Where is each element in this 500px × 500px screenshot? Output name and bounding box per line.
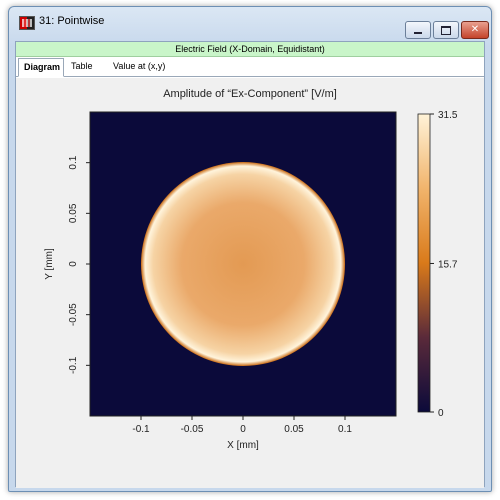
y-tick-label: 0.1 <box>68 155 79 169</box>
maximize-button[interactable] <box>433 21 459 39</box>
x-tick-label: -0.05 <box>181 424 204 435</box>
x-axis-label: X [mm] <box>227 440 259 451</box>
x-tick-label: 0.1 <box>338 424 352 435</box>
close-icon: ✕ <box>470 24 480 35</box>
field-disc <box>141 162 345 366</box>
colorbar-tick-label: 15.7 <box>438 259 458 270</box>
heatmap-chart: -0.1 -0.05 0 0.05 0.1 0.1 0.05 0 -0.05 -0.1 X [mm]… <box>44 110 458 451</box>
window-title: 31: Pointwise <box>39 15 105 27</box>
close-button[interactable]: ✕ <box>461 21 489 39</box>
colorbar-tick-label: 0 <box>438 408 444 419</box>
app-window: 31: Pointwise ✕ Electric Field (X-Domain… <box>8 6 492 492</box>
title-bar[interactable]: 31: Pointwise ✕ <box>9 7 491 39</box>
colorbar <box>417 113 431 413</box>
tab-bar: Diagram Table Value at (x,y) <box>16 58 484 77</box>
minimize-icon <box>406 22 430 38</box>
y-axis-label: Y [mm] <box>44 248 55 280</box>
x-tick-label: 0 <box>240 424 246 435</box>
minimize-button[interactable] <box>405 21 431 39</box>
app-logo-icon <box>19 16 35 30</box>
tab-diagram[interactable]: Diagram <box>18 58 64 77</box>
tab-value-at-xy[interactable]: Value at (x,y) <box>108 58 182 75</box>
colorbar-tick-label: 31.5 <box>438 110 458 121</box>
diagram-panel: Amplitude of “Ex-Component” [V/m] -0.1 -0… <box>16 78 484 488</box>
y-tick-label: 0 <box>68 261 79 267</box>
y-tick-label: -0.05 <box>68 303 79 326</box>
maximize-icon <box>434 22 458 38</box>
document-header: Electric Field (X-Domain, Equidistant) <box>16 42 484 57</box>
x-tick-label: -0.1 <box>132 424 150 435</box>
y-tick-label: 0.05 <box>68 203 79 223</box>
y-tick-label: -0.1 <box>68 356 79 374</box>
tab-table[interactable]: Table <box>66 58 102 75</box>
x-tick-label: 0.05 <box>284 424 304 435</box>
content-panel: Electric Field (X-Domain, Equidistant) D… <box>15 41 485 488</box>
